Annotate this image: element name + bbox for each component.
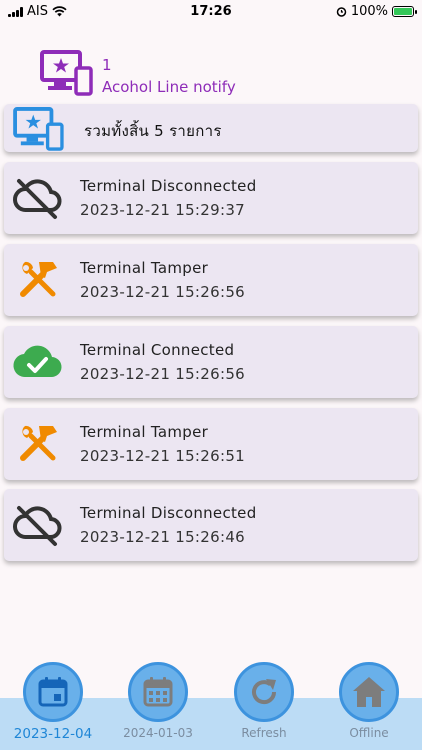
refresh-button[interactable]: Refresh xyxy=(219,662,309,748)
start-date-label: 2023-12-04 xyxy=(13,726,93,742)
cloud-off-icon xyxy=(13,506,62,546)
tools-icon xyxy=(20,261,57,297)
event-time: 2023-12-21 15:26:46 xyxy=(80,528,246,546)
event-title: Terminal Disconnected xyxy=(80,504,257,522)
app-header: 1 Acohol Line notify xyxy=(40,50,340,98)
home-icon xyxy=(353,677,385,707)
status-bar: AIS 17:26 100% xyxy=(0,0,422,24)
summary-text: รวมทั้งสิ้น 5 รายการ xyxy=(84,122,222,140)
end-date-label: 2024-01-03 xyxy=(123,726,193,740)
event-card[interactable]: Terminal Disconnected 2023-12-21 15:26:4… xyxy=(4,489,418,561)
refresh-label: Refresh xyxy=(241,726,287,740)
refresh-icon xyxy=(252,679,277,705)
alarm-icon xyxy=(336,7,347,17)
event-time: 2023-12-21 15:26:56 xyxy=(80,283,246,301)
offline-label: Offline xyxy=(349,726,389,740)
cloud-check-icon xyxy=(13,345,62,378)
header-count: 1 xyxy=(102,56,112,74)
event-time: 2023-12-21 15:29:37 xyxy=(80,201,246,219)
status-right: 100% xyxy=(336,4,417,19)
calendar-icon xyxy=(143,677,173,707)
event-card[interactable]: Terminal Disconnected 2023-12-21 15:29:3… xyxy=(4,162,418,234)
cloud-off-icon xyxy=(13,179,62,219)
monitor-phone-star-icon xyxy=(13,107,64,151)
event-time: 2023-12-21 15:26:56 xyxy=(80,365,246,383)
monitor-phone-star-icon xyxy=(40,50,93,96)
event-title: Terminal Tamper xyxy=(80,423,209,441)
event-title: Terminal Tamper xyxy=(80,259,209,277)
event-card[interactable]: Terminal Connected 2023-12-21 15:26:56 xyxy=(4,326,418,398)
offline-button[interactable]: Offline xyxy=(324,662,414,748)
header-title: Acohol Line notify xyxy=(102,78,236,96)
start-date-button[interactable]: 2023-12-04 xyxy=(8,662,98,748)
calendar-icon xyxy=(38,677,68,707)
event-title: Terminal Connected xyxy=(80,341,235,359)
battery-percent: 100% xyxy=(350,4,388,19)
event-card[interactable]: Terminal Tamper 2023-12-21 15:26:51 xyxy=(4,408,418,480)
end-date-button[interactable]: 2024-01-03 xyxy=(113,662,203,748)
event-card[interactable]: Terminal Tamper 2023-12-21 15:26:56 xyxy=(4,244,418,316)
summary-card: รวมทั้งสิ้น 5 รายการ xyxy=(4,104,418,152)
battery-icon xyxy=(392,6,417,17)
event-title: Terminal Disconnected xyxy=(80,177,257,195)
event-time: 2023-12-21 15:26:51 xyxy=(80,447,246,465)
tools-icon xyxy=(20,425,57,461)
